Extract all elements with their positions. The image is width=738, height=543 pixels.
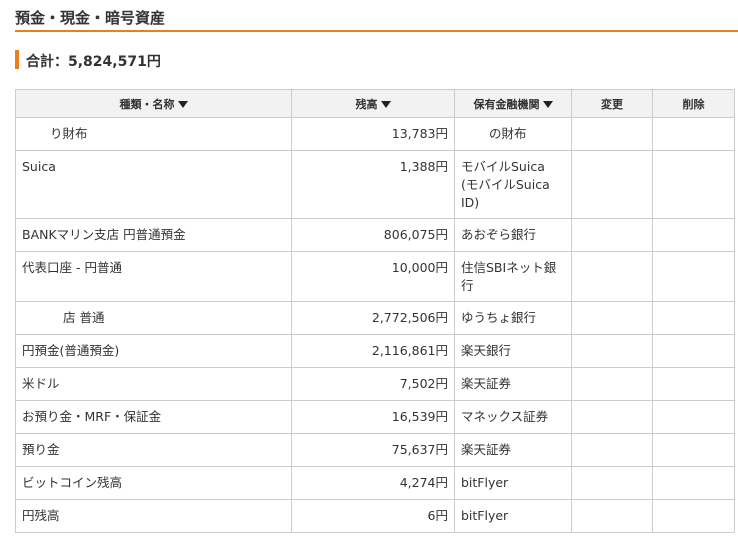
table-row: お預り金・MRF・保証金 16,539円 マネックス証券 <box>15 400 735 434</box>
account-name: 預り金 <box>15 433 292 467</box>
delete-cell[interactable] <box>652 400 735 434</box>
edit-cell[interactable] <box>571 218 653 252</box>
account-institution: ゆうちょ銀行 <box>454 301 572 335</box>
delete-cell[interactable] <box>652 117 735 151</box>
sort-down-icon <box>380 101 391 108</box>
account-institution: bitFlyer <box>454 466 572 500</box>
account-institution: 住信SBIネット銀行 <box>454 251 572 302</box>
account-balance: 16,539円 <box>291 400 455 434</box>
edit-cell[interactable] <box>571 301 653 335</box>
account-name: BANKマリン支店 円普通預金 <box>15 218 292 252</box>
account-name: 店 普通 <box>15 301 292 335</box>
delete-cell[interactable] <box>652 466 735 500</box>
delete-cell[interactable] <box>652 367 735 401</box>
column-header-label: 種類・名称 <box>119 97 175 111</box>
account-balance: 806,075円 <box>291 218 455 252</box>
column-header-label: 変更 <box>601 97 623 111</box>
account-institution: bitFlyer <box>454 499 572 533</box>
edit-cell[interactable] <box>571 499 653 533</box>
column-header-label: 削除 <box>682 97 705 111</box>
account-balance: 1,388円 <box>291 150 455 219</box>
table-row: 預り金 75,637円 楽天証券 <box>15 433 735 467</box>
account-balance: 7,502円 <box>291 367 455 401</box>
edit-cell[interactable] <box>571 117 653 151</box>
table-row: 代表口座 - 円普通 10,000円 住信SBIネット銀行 <box>15 251 735 302</box>
assets-table: 種類・名称 残高 保有金融機関 変更 削除 り財布 13,783円 の財布 Su… <box>15 89 735 533</box>
account-balance: 13,783円 <box>291 117 455 151</box>
account-balance: 75,637円 <box>291 433 455 467</box>
sort-down-icon <box>542 101 553 108</box>
delete-cell[interactable] <box>652 251 735 302</box>
account-institution: 楽天証券 <box>454 433 572 467</box>
table-row: 円残高 6円 bitFlyer <box>15 499 735 533</box>
column-header-label: 残高 <box>355 97 378 111</box>
account-name: 米ドル <box>15 367 292 401</box>
page-title: 預金・現金・暗号資産 <box>15 9 166 27</box>
table-row: 円預金(普通預金) 2,116,861円 楽天銀行 <box>15 334 735 368</box>
total-accent-bar <box>15 50 19 69</box>
delete-cell[interactable] <box>652 150 735 219</box>
table-row: ビットコイン残高 4,274円 bitFlyer <box>15 466 735 500</box>
account-name: Suica <box>15 150 292 219</box>
account-balance: 2,116,861円 <box>291 334 455 368</box>
column-header-edit: 変更 <box>571 89 653 118</box>
account-name: 円残高 <box>15 499 292 533</box>
account-name: 円預金(普通預金) <box>15 334 292 368</box>
table-row: 米ドル 7,502円 楽天証券 <box>15 367 735 401</box>
edit-cell[interactable] <box>571 150 653 219</box>
sort-down-icon <box>177 101 188 108</box>
column-header-institution[interactable]: 保有金融機関 <box>454 89 572 118</box>
delete-cell[interactable] <box>652 334 735 368</box>
account-name: ビットコイン残高 <box>15 466 292 500</box>
delete-cell[interactable] <box>652 433 735 467</box>
account-institution: マネックス証券 <box>454 400 572 434</box>
account-balance: 2,772,506円 <box>291 301 455 335</box>
account-balance: 6円 <box>291 499 455 533</box>
edit-cell[interactable] <box>571 466 653 500</box>
edit-cell[interactable] <box>571 433 653 467</box>
account-institution: の財布 <box>454 117 572 151</box>
account-name: 代表口座 - 円普通 <box>15 251 292 302</box>
edit-cell[interactable] <box>571 334 653 368</box>
column-header-name[interactable]: 種類・名称 <box>15 89 292 118</box>
account-institution: あおぞら銀行 <box>454 218 572 252</box>
total-balance: 合計：5,824,571円 <box>26 54 161 70</box>
edit-cell[interactable] <box>571 400 653 434</box>
column-header-label: 保有金融機関 <box>473 97 540 111</box>
account-name: お預り金・MRF・保証金 <box>15 400 292 434</box>
table-row: Suica 1,388円 モバイルSuica (モバイルSuica ID) <box>15 150 735 219</box>
title-underline <box>15 30 738 32</box>
account-institution: 楽天銀行 <box>454 334 572 368</box>
account-balance: 4,274円 <box>291 466 455 500</box>
delete-cell[interactable] <box>652 218 735 252</box>
table-row: BANKマリン支店 円普通預金 806,075円 あおぞら銀行 <box>15 218 735 252</box>
table-row: 店 普通 2,772,506円 ゆうちょ銀行 <box>15 301 735 335</box>
column-header-balance[interactable]: 残高 <box>291 89 455 118</box>
account-balance: 10,000円 <box>291 251 455 302</box>
edit-cell[interactable] <box>571 367 653 401</box>
delete-cell[interactable] <box>652 499 735 533</box>
account-institution: モバイルSuica (モバイルSuica ID) <box>454 150 572 219</box>
table-row: り財布 13,783円 の財布 <box>15 117 735 151</box>
table-header-row: 種類・名称 残高 保有金融機関 変更 削除 <box>15 89 735 118</box>
delete-cell[interactable] <box>652 301 735 335</box>
account-name: り財布 <box>15 117 292 151</box>
column-header-delete: 削除 <box>652 89 735 118</box>
edit-cell[interactable] <box>571 251 653 302</box>
account-institution: 楽天証券 <box>454 367 572 401</box>
